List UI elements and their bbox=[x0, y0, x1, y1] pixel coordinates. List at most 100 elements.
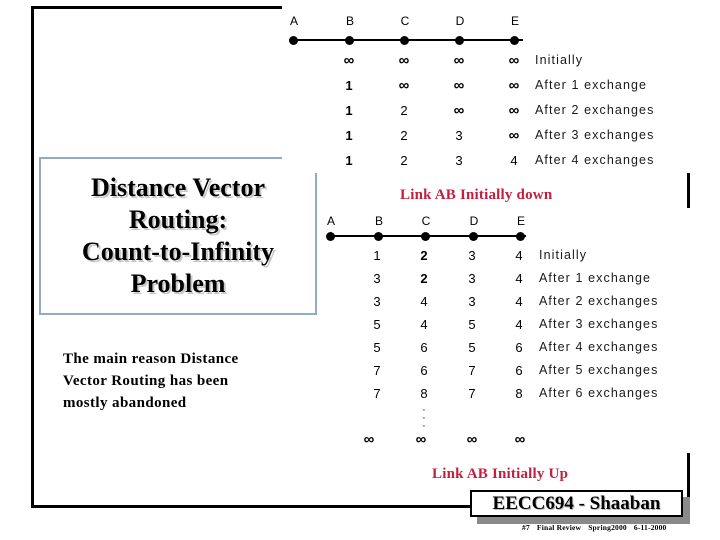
footer-doc-title: Final Review bbox=[536, 523, 582, 532]
table-cell: 5 bbox=[468, 317, 476, 332]
node-a bbox=[289, 36, 298, 45]
node-label-a: A bbox=[326, 214, 335, 228]
table-cell: 4 bbox=[515, 248, 523, 263]
table-row-label: Initially bbox=[539, 248, 588, 262]
table-cell: 7 bbox=[373, 363, 381, 378]
caption-link-ab-down: Link AB Initially down bbox=[400, 187, 553, 203]
node-b bbox=[374, 232, 383, 241]
table-cell: 1 bbox=[345, 128, 353, 143]
table-cell: 1 bbox=[345, 78, 353, 93]
table-cell: 2 bbox=[420, 248, 428, 263]
table-cell: ∞ bbox=[508, 52, 520, 69]
node-label-c: C bbox=[421, 214, 431, 228]
table-cell: 3 bbox=[468, 248, 476, 263]
table-cell: 4 bbox=[510, 153, 518, 168]
footer-term: Spring2000 bbox=[588, 523, 627, 532]
badge-box: EECC694 - Shaaban bbox=[470, 490, 683, 517]
table-cell: 3 bbox=[455, 128, 463, 143]
table-cell: ∞ bbox=[508, 127, 520, 144]
table-cell: 4 bbox=[515, 271, 523, 286]
node-d bbox=[469, 232, 478, 241]
table-cell: ∞ bbox=[508, 77, 520, 94]
table-row-label: After 3 exchanges bbox=[539, 317, 659, 331]
badge-label: EECC694 - Shaaban bbox=[492, 492, 661, 514]
page-title-line-3: Count-to-Infinity bbox=[81, 237, 275, 266]
table-row-label: After 3 exchanges bbox=[535, 128, 655, 142]
note-line-3: mostly abandoned bbox=[63, 395, 187, 411]
table-cell: 3 bbox=[468, 294, 476, 309]
table-cell: 5 bbox=[468, 340, 476, 355]
table-cell: 2 bbox=[420, 271, 428, 286]
footer-badge: EECC694 - Shaaban #7 Final Review Spring20… bbox=[470, 490, 695, 540]
node-label-a: A bbox=[289, 14, 298, 28]
node-d bbox=[455, 36, 464, 45]
table-cell: ∞ bbox=[466, 431, 478, 448]
table-row-label: After 1 exchange bbox=[535, 78, 648, 92]
table-cell: 1 bbox=[345, 153, 353, 168]
diagram-link-ab-up: A B C D E 1 2 3 4 Initially 3 2 3 4 Afte… bbox=[318, 208, 690, 453]
table-row-label: Initially bbox=[535, 53, 584, 67]
node-e bbox=[510, 36, 519, 45]
table-cell: 5 bbox=[373, 317, 381, 332]
table-cell: ∞ bbox=[398, 77, 410, 94]
table-cell: 3 bbox=[455, 153, 463, 168]
caption-link-ab-up: Link AB Initially Up bbox=[432, 466, 569, 482]
node-c bbox=[400, 36, 409, 45]
table-cell: ∞ bbox=[508, 102, 520, 119]
table-cell: 6 bbox=[420, 340, 428, 355]
table-cell: 6 bbox=[515, 363, 523, 378]
table-cell: ∞ bbox=[453, 52, 465, 69]
table-cell: ∞ bbox=[453, 77, 465, 94]
table-cell: ∞ bbox=[398, 52, 410, 69]
table-row-label: After 4 exchanges bbox=[539, 340, 659, 354]
note-block: The main reason Distance Vector Routing … bbox=[63, 348, 313, 414]
table-cell: 1 bbox=[345, 103, 353, 118]
table-cell: ∞ bbox=[343, 52, 355, 69]
table-cell: 3 bbox=[468, 271, 476, 286]
diagram-link-ab-down: A B C D E ∞ ∞ ∞ ∞ Initially 1 ∞ ∞ ∞ Afte… bbox=[282, 6, 690, 173]
footer-part-number: #7 bbox=[522, 523, 530, 532]
table-cell: 4 bbox=[420, 294, 428, 309]
table-cell: 4 bbox=[515, 294, 523, 309]
table-row-label: After 4 exchanges bbox=[535, 153, 655, 167]
table-row-label: After 1 exchange bbox=[539, 271, 652, 285]
table-row-label: After 2 exchanges bbox=[535, 103, 655, 117]
table-cell: 8 bbox=[420, 386, 428, 401]
node-label-d: D bbox=[469, 214, 479, 228]
slide-title-box: Distance Vector Routing: Count-to-Infini… bbox=[39, 157, 317, 315]
page-title-line-1: Distance Vector bbox=[90, 173, 265, 202]
table-cell: 2 bbox=[400, 103, 408, 118]
table-row-label: After 6 exchanges bbox=[539, 386, 659, 400]
node-label-e: E bbox=[510, 14, 519, 28]
table-cell: ∞ bbox=[453, 102, 465, 119]
node-c bbox=[421, 232, 430, 241]
node-label-e: E bbox=[516, 214, 525, 228]
table-cell: 4 bbox=[515, 317, 523, 332]
table-cell: 5 bbox=[373, 340, 381, 355]
node-label-b: B bbox=[374, 214, 383, 228]
table-cell: 7 bbox=[468, 363, 476, 378]
table-cell: 1 bbox=[373, 248, 381, 263]
table-cell: 2 bbox=[400, 153, 408, 168]
footer-date: 6-11-2000 bbox=[633, 523, 667, 532]
note-line-1: The main reason Distance bbox=[63, 351, 239, 367]
table-cell: 3 bbox=[373, 294, 381, 309]
table-cell: 7 bbox=[468, 386, 476, 401]
footer-subtext: #7 Final Review Spring2000 6-11-2000 bbox=[522, 523, 667, 532]
table-cell: 4 bbox=[420, 317, 428, 332]
table-row-label: After 5 exchanges bbox=[539, 363, 659, 377]
table-cell: 3 bbox=[373, 271, 381, 286]
node-label-b: B bbox=[345, 14, 354, 28]
table-row-label: After 2 exchanges bbox=[539, 294, 659, 308]
table-cell: 6 bbox=[420, 363, 428, 378]
node-label-c: C bbox=[400, 14, 410, 28]
node-a bbox=[326, 232, 335, 241]
table-cell: ∞ bbox=[415, 431, 427, 448]
node-b bbox=[345, 36, 354, 45]
table-cell: 7 bbox=[373, 386, 381, 401]
table-cell: 6 bbox=[515, 340, 523, 355]
page-title-line-4: Problem bbox=[130, 269, 226, 298]
vertical-ellipsis-dot: · bbox=[422, 420, 426, 432]
page-title-line-2: Routing: bbox=[128, 205, 228, 234]
table-cell: ∞ bbox=[514, 431, 526, 448]
